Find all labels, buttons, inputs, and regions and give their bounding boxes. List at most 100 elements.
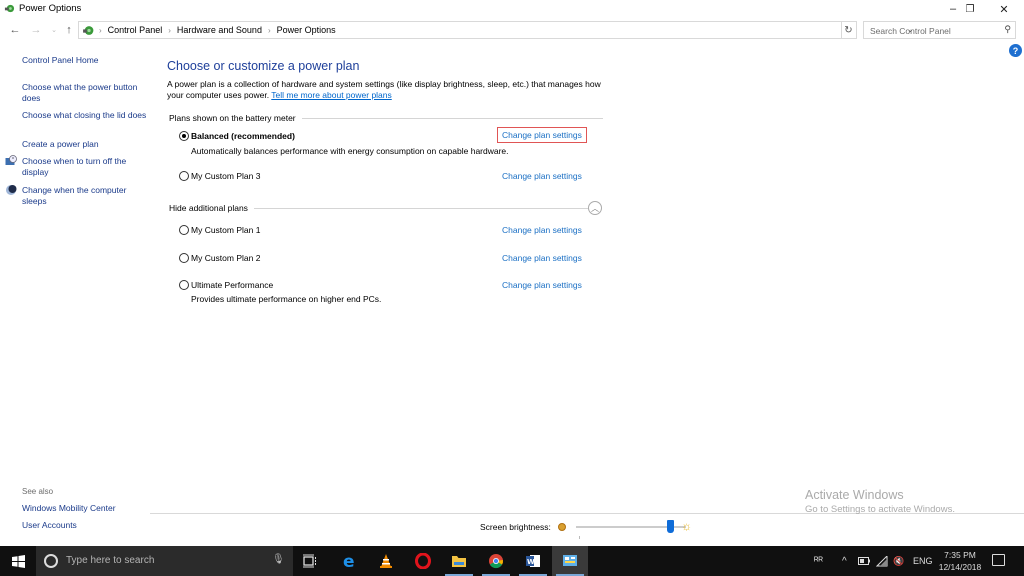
search-input[interactable] [870, 24, 996, 37]
brightness-slider-thumb[interactable] [666, 520, 674, 533]
see-also-mobility-center[interactable]: Windows Mobility Center [22, 503, 116, 513]
chrome-icon [489, 554, 503, 569]
close-button[interactable]: ✕ [987, 0, 1021, 18]
forward-button[interactable]: → [29, 22, 43, 38]
back-arrow-icon: ← [9, 24, 21, 36]
plan-name-balanced[interactable]: Balanced (recommended) [191, 131, 295, 141]
search-icon[interactable]: ⚲ [1004, 24, 1011, 35]
sidebar-turn-off-display[interactable]: Choose when to turn off the display [22, 156, 147, 178]
action-center-icon[interactable] [992, 554, 1005, 566]
start-button[interactable] [0, 546, 36, 576]
sidebar-power-button[interactable]: Choose what the power button does [22, 82, 147, 104]
restore-icon: ❐ [965, 3, 975, 15]
plan-radio-custom-2[interactable] [179, 253, 189, 263]
plan-radio-custom-1[interactable] [179, 225, 189, 235]
see-also-user-accounts[interactable]: User Accounts [22, 520, 77, 530]
opera-icon [415, 553, 431, 569]
vlc-icon [380, 554, 392, 568]
page-title: Choose or customize a power plan [167, 59, 360, 73]
see-also-heading: See also [22, 487, 54, 496]
microphone-icon[interactable]: 🎙 [272, 554, 285, 565]
breadcrumb-separator-icon: › [267, 25, 271, 35]
plan-radio-balanced[interactable] [179, 131, 189, 141]
change-plan-settings-custom-1[interactable]: Change plan settings [502, 225, 582, 235]
close-icon: ✕ [999, 3, 1009, 16]
battery-icon [858, 557, 870, 565]
power-options-window: Power Options – ❐ ✕ ← → ⌄ ↑ › Control Pa… [0, 0, 1024, 545]
activate-windows-watermark: Activate Windows Go to Settings to activ… [805, 488, 955, 515]
learn-more-link[interactable]: Tell me more about power plans [271, 90, 391, 100]
refresh-icon: ↻ [844, 24, 853, 36]
svg-text:e: e [343, 553, 355, 569]
clock-time: 7:35 PM [944, 550, 976, 560]
brightness-low-icon [558, 523, 566, 531]
breadcrumb-separator-icon: › [99, 25, 102, 35]
maximize-button[interactable]: ❐ [953, 0, 987, 18]
chevron-up-icon: ^ [842, 555, 847, 567]
change-plan-settings-balanced[interactable]: Change plan settings [497, 127, 587, 143]
plan-name-custom-3[interactable]: My Custom Plan 3 [191, 171, 260, 181]
volume-button[interactable]: 🔇 [893, 546, 904, 576]
task-view-icon [303, 554, 316, 568]
windows-logo-icon [11, 554, 25, 568]
up-arrow-icon: ↑ [66, 24, 72, 36]
collapse-plans-button[interactable]: ︿ [588, 201, 602, 215]
wifi-icon [876, 555, 888, 566]
taskbar: Type here to search 🎙 e W ᴿᴿ ^ 🔇 ENG 7:3… [0, 546, 1024, 576]
help-button[interactable]: ? [1009, 44, 1022, 57]
taskbar-app-chrome[interactable] [478, 546, 514, 576]
change-plan-settings-custom-3[interactable]: Change plan settings [502, 171, 582, 181]
address-box[interactable]: › Control Panel › Hardware and Sound › P… [78, 21, 914, 39]
recent-locations-button[interactable]: ⌄ [47, 22, 61, 38]
people-button[interactable]: ᴿᴿ [814, 546, 823, 576]
control-panel-taskbar-icon [563, 555, 577, 566]
taskbar-search-box[interactable]: Type here to search 🎙 [36, 546, 293, 576]
people-icon: ᴿᴿ [814, 555, 824, 567]
taskbar-app-opera[interactable] [405, 546, 441, 576]
refresh-button[interactable]: ↻ [841, 21, 857, 39]
sidebar-computer-sleeps[interactable]: Change when the computer sleeps [22, 185, 147, 207]
sidebar-create-power-plan[interactable]: Create a power plan [22, 139, 147, 150]
taskbar-app-control-panel[interactable] [552, 546, 588, 576]
breadcrumb-separator-icon: › [168, 25, 171, 35]
plan-radio-ultimate[interactable] [179, 280, 189, 290]
power-options-icon [4, 4, 15, 13]
breadcrumb: › Control Panel › Hardware and Sound › P… [99, 25, 336, 35]
battery-button[interactable] [858, 546, 870, 576]
taskbar-app-word[interactable]: W [515, 546, 551, 576]
network-button[interactable] [876, 546, 888, 576]
chevron-up-icon: ︿ [591, 203, 599, 213]
screen-brightness-label: Screen brightness: [480, 522, 551, 532]
up-button[interactable]: ↑ [62, 22, 76, 38]
word-icon: W [526, 555, 540, 567]
change-plan-settings-ultimate[interactable]: Change plan settings [502, 280, 582, 290]
task-view-button[interactable] [303, 554, 317, 568]
hide-additional-plans-label[interactable]: Hide additional plans [169, 203, 254, 213]
change-plan-settings-custom-2[interactable]: Change plan settings [502, 253, 582, 263]
sidebar-control-panel-home[interactable]: Control Panel Home [22, 55, 147, 66]
language-indicator[interactable]: ENG [913, 546, 933, 576]
taskbar-app-edge[interactable]: e [332, 546, 368, 576]
plan-description-ultimate: Provides ultimate performance on higher … [191, 294, 382, 304]
navigation-bar: ← → ⌄ ↑ › Control Panel › Hardware and S… [0, 20, 1024, 40]
plan-name-custom-2[interactable]: My Custom Plan 2 [191, 253, 260, 263]
sidebar-closing-lid[interactable]: Choose what closing the lid does [22, 110, 147, 121]
plan-name-custom-1[interactable]: My Custom Plan 1 [191, 225, 260, 235]
taskbar-app-file-explorer[interactable] [441, 546, 477, 576]
search-control-panel[interactable]: ⚲ [863, 21, 1016, 39]
brightness-high-icon: ☼ [681, 519, 692, 533]
plan-description-balanced: Automatically balances performance with … [191, 146, 509, 156]
back-button[interactable]: ← [8, 22, 22, 38]
activate-title: Activate Windows [805, 488, 904, 502]
breadcrumb-power-options[interactable]: Power Options [277, 25, 336, 35]
folder-icon [452, 556, 466, 567]
speaker-muted-icon: 🔇 [893, 555, 905, 566]
plan-radio-custom-3[interactable] [179, 171, 189, 181]
breadcrumb-control-panel[interactable]: Control Panel [108, 25, 163, 35]
breadcrumb-hardware-and-sound[interactable]: Hardware and Sound [177, 25, 262, 35]
moon-sleep-icon [6, 185, 17, 195]
show-hidden-icons[interactable]: ^ [842, 546, 847, 576]
clock[interactable]: 7:35 PM 12/14/2018 [932, 549, 988, 573]
plan-name-ultimate[interactable]: Ultimate Performance [191, 280, 273, 290]
taskbar-app-vlc[interactable] [368, 546, 404, 576]
